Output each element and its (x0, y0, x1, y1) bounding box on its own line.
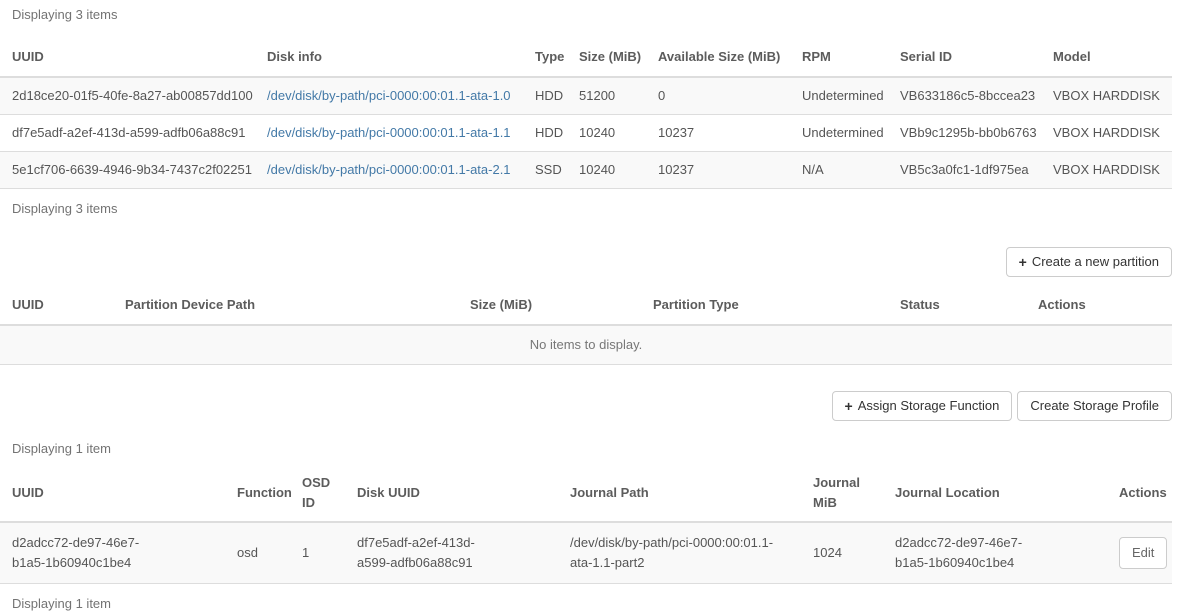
disk-type: HDD (523, 77, 567, 115)
empty-message: No items to display. (0, 325, 1172, 365)
partitions-empty-row: No items to display. (0, 325, 1172, 365)
storage-col-actions: Actions (1107, 465, 1172, 522)
storage-count-label-top: Displaying 1 item (12, 439, 1172, 459)
storage-function: osd (225, 522, 290, 584)
disk-size: 10240 (567, 152, 646, 189)
create-storage-profile-button[interactable]: Create Storage Profile (1017, 391, 1172, 421)
partitions-table-header-row: UUID Partition Device Path Size (MiB) Pa… (0, 285, 1172, 325)
disks-col-serial-id[interactable]: Serial ID (888, 37, 1041, 77)
storage-functions-table: UUID Function OSD ID Disk UUID Journal P… (0, 465, 1172, 584)
disks-col-available-size[interactable]: Available Size (MiB) (646, 37, 790, 77)
partitions-col-size[interactable]: Size (MiB) (458, 285, 641, 325)
disks-col-uuid[interactable]: UUID (0, 37, 255, 77)
plus-icon: + (1019, 253, 1027, 271)
disks-count-label-top: Displaying 3 items (12, 5, 1172, 25)
storage-col-journal-path[interactable]: Journal Path (558, 465, 801, 522)
assign-storage-function-button-label: Assign Storage Function (858, 397, 1000, 415)
create-partition-button-label: Create a new partition (1032, 253, 1159, 271)
storage-journal-mib: 1024 (801, 522, 883, 584)
edit-button[interactable]: Edit (1119, 537, 1167, 569)
storage-osd-id: 1 (290, 522, 345, 584)
disks-table: UUID Disk info Type Size (MiB) Available… (0, 37, 1172, 189)
storage-function-row[interactable]: d2adcc72-de97-46e7-b1a5-1b60940c1be4 osd… (0, 522, 1172, 584)
disk-model: VBOX HARDDISK (1041, 115, 1172, 152)
disk-info-link[interactable]: /dev/disk/by-path/pci-0000:00:01.1-ata-1… (267, 88, 511, 103)
disk-model: VBOX HARDDISK (1041, 77, 1172, 115)
disk-rpm: Undetermined (790, 115, 888, 152)
partitions-col-actions[interactable]: Actions (1026, 285, 1172, 325)
storage-count-label-bottom: Displaying 1 item (12, 594, 1172, 614)
storage-journal-location: d2adcc72-de97-46e7-b1a5-1b60940c1be4 (895, 533, 1045, 573)
plus-icon: + (845, 397, 853, 415)
disk-size: 10240 (567, 115, 646, 152)
disks-table-header-row: UUID Disk info Type Size (MiB) Available… (0, 37, 1172, 77)
disk-uuid: df7e5adf-a2ef-413d-a599-adfb06a88c91 (0, 115, 255, 152)
disk-row[interactable]: df7e5adf-a2ef-413d-a599-adfb06a88c91 /de… (0, 115, 1172, 152)
disk-rpm: N/A (790, 152, 888, 189)
disk-info-link[interactable]: /dev/disk/by-path/pci-0000:00:01.1-ata-2… (267, 162, 511, 177)
disk-row[interactable]: 2d18ce20-01f5-40fe-8a27-ab00857dd100 /de… (0, 77, 1172, 115)
disk-serial-id: VBb9c1295b-bb0b6763 (888, 115, 1041, 152)
storage-col-disk-uuid[interactable]: Disk UUID (345, 465, 558, 522)
disk-size: 51200 (567, 77, 646, 115)
partitions-col-partition-type[interactable]: Partition Type (641, 285, 888, 325)
disks-col-rpm[interactable]: RPM (790, 37, 888, 77)
disk-row[interactable]: 5e1cf706-6639-4946-9b34-7437c2f02251 /de… (0, 152, 1172, 189)
disk-uuid: 5e1cf706-6639-4946-9b34-7437c2f02251 (0, 152, 255, 189)
storage-col-function[interactable]: Function (225, 465, 290, 522)
assign-storage-function-button[interactable]: + Assign Storage Function (832, 391, 1013, 421)
storage-table-header-row: UUID Function OSD ID Disk UUID Journal P… (0, 465, 1172, 522)
partitions-col-device-path[interactable]: Partition Device Path (113, 285, 458, 325)
storage-journal-path: /dev/disk/by-path/pci-0000:00:01.1-ata-1… (570, 533, 782, 573)
storage-disk-uuid: df7e5adf-a2ef-413d-a599-adfb06a88c91 (357, 533, 507, 573)
create-partition-button[interactable]: + Create a new partition (1006, 247, 1172, 277)
partitions-col-uuid[interactable]: UUID (0, 285, 113, 325)
disk-available-size: 0 (646, 77, 790, 115)
disk-serial-id: VB633186c5-8bccea23 (888, 77, 1041, 115)
disks-col-type[interactable]: Type (523, 37, 567, 77)
disk-available-size: 10237 (646, 115, 790, 152)
disk-info-link[interactable]: /dev/disk/by-path/pci-0000:00:01.1-ata-1… (267, 125, 511, 140)
storage-col-journal-mib[interactable]: Journal MiB (801, 465, 883, 522)
disks-col-size[interactable]: Size (MiB) (567, 37, 646, 77)
create-storage-profile-button-label: Create Storage Profile (1030, 397, 1159, 415)
disks-col-model[interactable]: Model (1041, 37, 1172, 77)
disk-available-size: 10237 (646, 152, 790, 189)
partitions-col-status[interactable]: Status (888, 285, 1026, 325)
storage-col-uuid[interactable]: UUID (0, 465, 225, 522)
disks-col-disk-info[interactable]: Disk info (255, 37, 523, 77)
disk-type: SSD (523, 152, 567, 189)
disks-count-label-bottom: Displaying 3 items (12, 199, 1172, 219)
storage-col-osd-id[interactable]: OSD ID (290, 465, 345, 522)
partitions-table: UUID Partition Device Path Size (MiB) Pa… (0, 285, 1172, 365)
disk-serial-id: VB5c3a0fc1-1df975ea (888, 152, 1041, 189)
disk-model: VBOX HARDDISK (1041, 152, 1172, 189)
storage-col-journal-location[interactable]: Journal Location (883, 465, 1107, 522)
disk-rpm: Undetermined (790, 77, 888, 115)
disk-type: HDD (523, 115, 567, 152)
disk-uuid: 2d18ce20-01f5-40fe-8a27-ab00857dd100 (0, 77, 255, 115)
storage-uuid: d2adcc72-de97-46e7-b1a5-1b60940c1be4 (12, 533, 162, 573)
